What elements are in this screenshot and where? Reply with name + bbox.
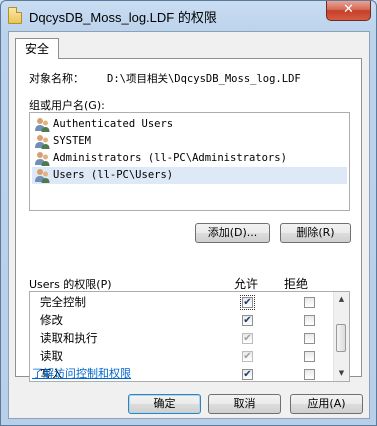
close-button[interactable]: ✕ xyxy=(326,1,371,21)
permission-name: 修改 xyxy=(40,313,63,327)
deny-checkbox[interactable] xyxy=(304,297,315,308)
deny-checkbox[interactable] xyxy=(304,351,315,362)
scroll-thumb[interactable] xyxy=(336,324,346,352)
ok-button[interactable]: 确定 xyxy=(128,394,201,414)
deny-checkbox[interactable] xyxy=(304,369,315,380)
allow-checkbox[interactable]: ✔ xyxy=(240,295,255,310)
group-user-list[interactable]: Authenticated Users SYSTEM Administrator… xyxy=(29,112,350,211)
permission-name: 读取和执行 xyxy=(40,331,98,345)
users-icon xyxy=(35,152,50,166)
title-bar[interactable]: DqcysDB_Moss_log.LDF 的权限 ✕ xyxy=(1,1,376,31)
permission-row: 修改 ✔ xyxy=(30,312,335,329)
allow-checkbox[interactable]: ✔ xyxy=(242,333,253,344)
users-icon xyxy=(35,135,50,149)
dialog-body: 安全 对象名称： D:\项目相关\DqcysDB_Moss_log.LDF 组或… xyxy=(8,31,370,419)
security-tab-panel: 对象名称： D:\项目相关\DqcysDB_Moss_log.LDF 组或用户名… xyxy=(15,58,362,382)
groups-label: 组或用户名(G): xyxy=(29,99,105,112)
add-button[interactable]: 添加(D)... xyxy=(195,223,270,243)
deny-checkbox[interactable] xyxy=(304,333,315,344)
allow-header: 允许 xyxy=(234,277,259,291)
allow-checkbox[interactable]: ✔ xyxy=(242,351,253,362)
scroll-down-icon[interactable]: ▼ xyxy=(334,366,349,381)
object-name-value: D:\项目相关\DqcysDB_Moss_log.LDF xyxy=(107,73,301,85)
permission-row: 读取和执行 ✔ xyxy=(30,330,335,347)
deny-checkbox[interactable] xyxy=(304,315,315,326)
tab-security[interactable]: 安全 xyxy=(15,38,60,59)
allow-checkbox[interactable]: ✔ xyxy=(242,315,253,326)
users-icon xyxy=(35,118,50,132)
window-title: DqcysDB_Moss_log.LDF 的权限 xyxy=(29,10,217,25)
list-item-label: SYSTEM xyxy=(53,135,91,147)
list-item[interactable]: Administrators (ll-PC\Administrators) xyxy=(32,150,347,167)
list-item-label: Users (ll-PC\Users) xyxy=(53,169,174,181)
cancel-button[interactable]: 取消 xyxy=(208,394,281,414)
permissions-dialog: DqcysDB_Moss_log.LDF 的权限 ✕ 安全 对象名称： D:\项… xyxy=(0,0,377,426)
permission-name: 完全控制 xyxy=(40,295,86,309)
list-item[interactable]: Authenticated Users xyxy=(32,116,347,133)
list-item[interactable]: SYSTEM xyxy=(32,133,347,150)
remove-button[interactable]: 删除(R) xyxy=(280,223,351,243)
scroll-up-icon[interactable]: ▲ xyxy=(334,292,349,307)
permissions-scrollbar[interactable]: ▲ ▼ xyxy=(333,292,349,381)
apply-button[interactable]: 应用(A) xyxy=(290,394,363,414)
permission-row: 读取 ✔ xyxy=(30,348,335,365)
learn-access-control-link[interactable]: 了解访问控制和权限 xyxy=(32,365,131,381)
permission-name: 读取 xyxy=(40,349,63,363)
deny-header: 拒绝 xyxy=(284,277,309,291)
list-item-label: Administrators (ll-PC\Administrators) xyxy=(53,152,287,164)
list-item-label: Authenticated Users xyxy=(53,118,174,130)
users-icon xyxy=(35,169,50,183)
object-name-label: 对象名称： xyxy=(29,72,84,85)
permissions-label: Users 的权限(P) xyxy=(29,278,112,291)
allow-checkbox[interactable]: ✔ xyxy=(242,369,253,380)
file-icon xyxy=(8,7,22,24)
list-item-selected[interactable]: Users (ll-PC\Users) xyxy=(32,167,347,184)
permission-row: 完全控制 ✔ xyxy=(30,294,335,311)
